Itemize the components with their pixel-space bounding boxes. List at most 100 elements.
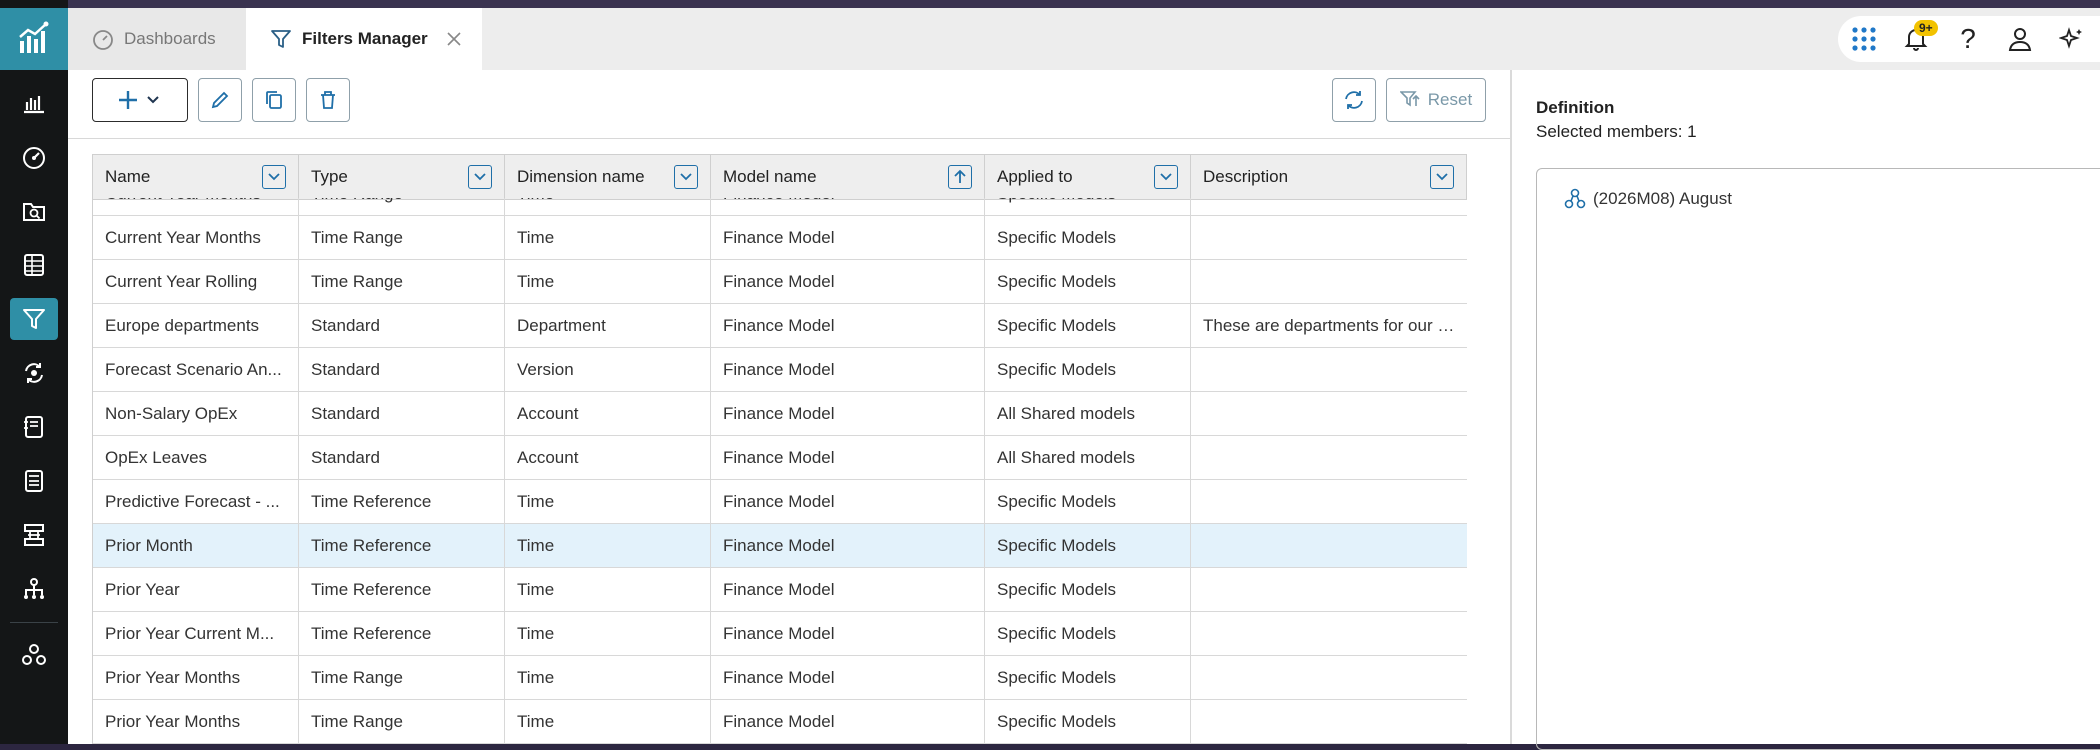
cell-model-name: Finance Model <box>711 260 985 304</box>
chevron-down-icon[interactable] <box>468 165 492 189</box>
cell-model-name: Finance Model <box>711 392 985 436</box>
cell-dimension-name: Time <box>505 216 711 260</box>
logo-icon[interactable] <box>0 8 68 70</box>
cell-applied-to: Specific Models <box>985 568 1191 612</box>
table-transfer-icon[interactable] <box>10 514 58 556</box>
reset-label: Reset <box>1427 90 1473 109</box>
gauge-icon[interactable] <box>10 136 58 178</box>
cell-model-name: Finance Model <box>711 524 985 568</box>
cell-model-name: Finance Model <box>711 436 985 480</box>
refresh-button[interactable] <box>1332 78 1376 122</box>
bar-chart-icon[interactable] <box>10 82 58 124</box>
cell-name: OpEx Leaves <box>93 436 299 480</box>
cell-description <box>1191 436 1467 480</box>
table-row[interactable]: Current Year MonthsTime RangeTimeFinance… <box>93 216 1467 260</box>
cell-description <box>1191 392 1467 436</box>
cell-applied-to: Specific Models <box>985 524 1191 568</box>
chevron-down-icon[interactable] <box>1154 165 1178 189</box>
add-button[interactable] <box>92 78 188 122</box>
cell-model-name: Finance Model <box>711 612 985 656</box>
cell-dimension-name: Account <box>505 392 711 436</box>
cell-name: Prior Month <box>93 524 299 568</box>
cell-type: Standard <box>299 392 505 436</box>
folder-search-icon[interactable] <box>10 190 58 232</box>
help-icon[interactable]: ? <box>1942 16 1994 62</box>
table-row[interactable]: Prior Year Time Reference Time Finance Mode… <box>93 568 1467 612</box>
reset-button[interactable]: Reset <box>1386 78 1486 122</box>
grid-rows: Current Year Months Time Range Time Finance… <box>93 198 1467 744</box>
cell-type: Time Range <box>299 700 505 744</box>
cell-model-name: Finance Model <box>711 304 985 348</box>
hierarchy-member-icon <box>1564 188 1586 209</box>
table-row[interactable]: Europe departments Standard Department Fina… <box>93 304 1467 348</box>
notebook-icon[interactable] <box>10 406 58 448</box>
rail-divider <box>10 622 58 623</box>
table-row[interactable]: Prior Year Months Time Range Time Finance M… <box>93 700 1467 744</box>
table-row[interactable]: Forecast Scenario An... Standard Version Fi… <box>93 348 1467 392</box>
cell-type: Standard <box>299 348 505 392</box>
cell-name: Current Year Months <box>93 198 299 216</box>
hierarchy-icon[interactable] <box>10 568 58 610</box>
grid-icon[interactable] <box>1838 16 1890 62</box>
table-row[interactable]: OpEx Leaves Standard Account Finance Model A… <box>93 436 1467 480</box>
chevron-down-icon[interactable] <box>674 165 698 189</box>
table-row[interactable]: Prior Year Current M... Time Reference Tim… <box>93 612 1467 656</box>
cell-dimension-name: Time <box>505 260 711 304</box>
cell-dimension-name: Time <box>505 656 711 700</box>
table-row[interactable]: Predictive Forecast - ... Time Reference T… <box>93 480 1467 524</box>
cell-applied-to: Specific Models <box>985 700 1191 744</box>
cell-dimension-name: Time <box>505 568 711 612</box>
member-item[interactable]: (2026M08) August <box>1563 187 1732 211</box>
calculator-icon[interactable] <box>10 460 58 502</box>
cell-type: Time Reference <box>299 568 505 612</box>
cell-dimension-name: Time <box>505 524 711 568</box>
chevron-down-icon[interactable] <box>262 165 286 189</box>
table-row[interactable]: Current Year Rolling Time Range Time Financ… <box>93 260 1467 304</box>
cell-dimension-name: Department <box>505 304 711 348</box>
grid-table-icon[interactable] <box>10 244 58 286</box>
selected-members-count: Selected members: 1 <box>1536 122 1697 141</box>
sparkle-icon[interactable] <box>2046 16 2098 62</box>
cell-type: Standard <box>299 436 505 480</box>
cell-type: Time Reference <box>299 480 505 524</box>
sort-ascending-icon[interactable] <box>948 165 972 189</box>
close-icon[interactable] <box>446 31 462 47</box>
delete-button[interactable] <box>306 78 350 122</box>
network-icon[interactable] <box>10 634 58 676</box>
column-header-model-name[interactable]: Model name <box>711 155 985 199</box>
table-row[interactable]: Current Year MonthsTime RangeTimeFinance… <box>93 198 1467 216</box>
table-row[interactable]: Prior Month Time Reference Time Finance Mod… <box>93 524 1467 568</box>
tab-dashboards[interactable]: Dashboards <box>68 8 246 70</box>
cell-name: Prior Year <box>93 568 299 612</box>
cell-description <box>1191 612 1467 656</box>
copy-button[interactable] <box>252 78 296 122</box>
column-header-name[interactable]: Name <box>93 155 299 199</box>
cell-name: Prior Year Months <box>93 700 299 744</box>
cell-applied-to: Specific Models <box>985 348 1191 392</box>
cell-description <box>1191 656 1467 700</box>
column-header-description[interactable]: Description <box>1191 155 1467 199</box>
tab-label: Dashboards <box>124 29 216 48</box>
edit-button[interactable] <box>198 78 242 122</box>
cell-description <box>1191 260 1467 304</box>
column-header-dimension-name[interactable]: Dimension name <box>505 155 711 199</box>
column-header-applied-to[interactable]: Applied to <box>985 155 1191 199</box>
chevron-down-icon[interactable] <box>1430 165 1454 189</box>
cell-description <box>1191 568 1467 612</box>
tab-filters-manager[interactable]: Filters Manager <box>246 8 482 70</box>
table-row[interactable]: Prior Year Months Time Range Time Finance M… <box>93 656 1467 700</box>
cell-dimension-name: Account <box>505 436 711 480</box>
grid-header: Name Type Dimension name Model name Appl… <box>93 154 1467 200</box>
definition-panel: Definition Selected members: 1 (2026M08)… <box>1512 70 2100 750</box>
cell-type: Standard <box>299 304 505 348</box>
cell-description <box>1191 198 1467 216</box>
table-row[interactable]: Non-Salary OpEx Standard Account Finance Mo… <box>93 392 1467 436</box>
cell-applied-to: Specific Models <box>985 198 1191 216</box>
cell-model-name: Finance Model <box>711 568 985 612</box>
user-icon[interactable] <box>1994 16 2046 62</box>
funnel-icon[interactable] <box>10 298 58 340</box>
cycle-icon[interactable] <box>10 352 58 394</box>
cell-type: Time Reference <box>299 612 505 656</box>
column-header-type[interactable]: Type <box>299 155 505 199</box>
bell-icon[interactable]: 9+ <box>1890 16 1942 62</box>
